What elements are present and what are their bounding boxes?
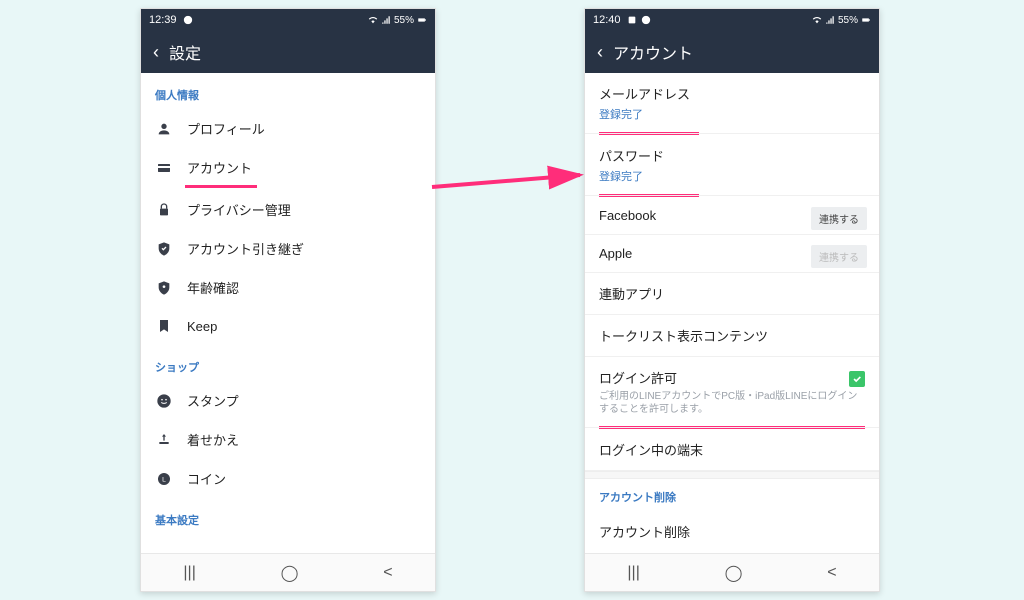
person-icon bbox=[155, 120, 173, 138]
highlight-underline bbox=[185, 185, 257, 188]
row-keep[interactable]: Keep bbox=[141, 307, 435, 345]
row-label: アカウント引き継ぎ bbox=[187, 239, 304, 258]
row-label: アカウント bbox=[187, 158, 252, 177]
gallery-icon bbox=[627, 15, 637, 25]
section-gap bbox=[585, 471, 879, 479]
phone-left-settings: 12:39 55% ‹ 設定 個人情報 プロフィール アカウント プライバシー管… bbox=[140, 8, 436, 592]
theme-icon bbox=[155, 431, 173, 449]
signal-icon bbox=[825, 15, 835, 25]
row-account-transfer[interactable]: アカウント引き継ぎ bbox=[141, 229, 435, 268]
row-label: パスワード bbox=[599, 146, 865, 165]
row-label: ログイン許可 bbox=[599, 368, 865, 387]
signal-icon bbox=[381, 15, 391, 25]
row-label: 着せかえ bbox=[187, 430, 239, 449]
section-header-basic: 基本設定 bbox=[141, 498, 435, 534]
status-bar: 12:39 55% bbox=[141, 9, 435, 31]
link-facebook-button[interactable]: 連携する bbox=[811, 207, 867, 230]
line-icon bbox=[183, 15, 193, 25]
wifi-icon bbox=[368, 15, 378, 25]
account-list: メールアドレス 登録完了 パスワード 登録完了 Facebook 連携する Ap… bbox=[585, 73, 879, 553]
row-label: メールアドレス bbox=[599, 84, 865, 103]
row-label: トークリスト表示コンテンツ bbox=[599, 326, 865, 345]
page-title: 設定 bbox=[169, 40, 201, 64]
status-right: 55% bbox=[368, 15, 427, 26]
row-theme[interactable]: 着せかえ bbox=[141, 420, 435, 459]
nav-back-button[interactable]: < bbox=[827, 564, 836, 582]
status-bar: 12:40 55% bbox=[585, 9, 879, 31]
line-icon bbox=[641, 15, 651, 25]
bookmark-icon bbox=[155, 317, 173, 335]
phone-right-account: 12:40 55% ‹ アカウント メールアドレス 登録完了 パスワード 登録完… bbox=[584, 8, 880, 592]
nav-home-button[interactable]: ◯ bbox=[725, 563, 743, 583]
check-icon bbox=[852, 374, 862, 384]
row-label: アカウント削除 bbox=[599, 522, 865, 541]
row-label: 連動アプリ bbox=[599, 284, 865, 303]
battery-icon bbox=[861, 15, 871, 25]
status-app-icons bbox=[183, 15, 193, 25]
row-stamp[interactable]: スタンプ bbox=[141, 381, 435, 420]
link-apple-button: 連携する bbox=[811, 245, 867, 268]
android-nav-bar: ||| ◯ < bbox=[141, 553, 435, 591]
row-label: スタンプ bbox=[187, 391, 239, 410]
row-privacy[interactable]: プライバシー管理 bbox=[141, 190, 435, 229]
back-button[interactable]: ‹ bbox=[153, 42, 159, 63]
back-button[interactable]: ‹ bbox=[597, 42, 603, 63]
status-right: 55% bbox=[812, 15, 871, 26]
row-label: プロフィール bbox=[187, 119, 265, 138]
row-sub: 登録完了 bbox=[599, 106, 865, 122]
settings-list: 個人情報 プロフィール アカウント プライバシー管理 アカウント引き継ぎ 年齢確… bbox=[141, 73, 435, 553]
nav-recent-button[interactable]: ||| bbox=[183, 564, 195, 582]
row-logged-in-devices[interactable]: ログイン中の端末 bbox=[585, 429, 879, 471]
row-linked-apps[interactable]: 連動アプリ bbox=[585, 273, 879, 315]
row-apple[interactable]: Apple 連携する bbox=[585, 235, 879, 273]
coin-icon: L bbox=[155, 470, 173, 488]
row-coin[interactable]: L コイン bbox=[141, 459, 435, 498]
status-time: 12:40 bbox=[593, 14, 621, 26]
row-delete-account[interactable]: アカウント削除 bbox=[585, 511, 879, 552]
section-header-delete: アカウント削除 bbox=[585, 479, 879, 511]
row-sub: 登録完了 bbox=[599, 168, 865, 184]
android-nav-bar: ||| ◯ < bbox=[585, 553, 879, 591]
row-account[interactable]: アカウント bbox=[141, 148, 435, 187]
row-label: プライバシー管理 bbox=[187, 200, 291, 219]
battery-percent: 55% bbox=[394, 15, 414, 26]
row-desc: ご利用のLINEアカウントでPC版・iPad版LINEにログインすることを許可し… bbox=[599, 390, 865, 416]
smile-icon bbox=[155, 392, 173, 410]
page-title: アカウント bbox=[613, 40, 693, 64]
row-email[interactable]: メールアドレス 登録完了 bbox=[585, 73, 879, 134]
row-profile[interactable]: プロフィール bbox=[141, 109, 435, 148]
title-bar: ‹ 設定 bbox=[141, 31, 435, 73]
row-label: 年齢確認 bbox=[187, 278, 239, 297]
row-password[interactable]: パスワード 登録完了 bbox=[585, 135, 879, 196]
card-icon bbox=[155, 159, 173, 177]
status-app-icons bbox=[627, 15, 651, 25]
nav-back-button[interactable]: < bbox=[383, 564, 392, 582]
login-permission-checkbox[interactable] bbox=[849, 371, 865, 387]
row-facebook[interactable]: Facebook 連携する bbox=[585, 197, 879, 235]
row-login-permission[interactable]: ログイン許可 ご利用のLINEアカウントでPC版・iPad版LINEにログインす… bbox=[585, 357, 879, 428]
svg-text:L: L bbox=[162, 476, 166, 483]
battery-percent: 55% bbox=[838, 15, 858, 26]
row-talklist-content[interactable]: トークリスト表示コンテンツ bbox=[585, 315, 879, 357]
battery-icon bbox=[417, 15, 427, 25]
lock-icon bbox=[155, 201, 173, 219]
row-label: Keep bbox=[187, 319, 217, 334]
shield-icon bbox=[155, 240, 173, 258]
row-label: コイン bbox=[187, 469, 226, 488]
nav-home-button[interactable]: ◯ bbox=[281, 563, 299, 583]
section-header-shop: ショップ bbox=[141, 345, 435, 381]
row-label: ログイン中の端末 bbox=[599, 440, 865, 459]
badge-icon bbox=[155, 279, 173, 297]
annotation-arrow bbox=[430, 165, 590, 199]
nav-recent-button[interactable]: ||| bbox=[627, 564, 639, 582]
status-time: 12:39 bbox=[149, 14, 177, 26]
title-bar: ‹ アカウント bbox=[585, 31, 879, 73]
wifi-icon bbox=[812, 15, 822, 25]
section-header-personal: 個人情報 bbox=[141, 73, 435, 109]
row-age-verify[interactable]: 年齢確認 bbox=[141, 268, 435, 307]
